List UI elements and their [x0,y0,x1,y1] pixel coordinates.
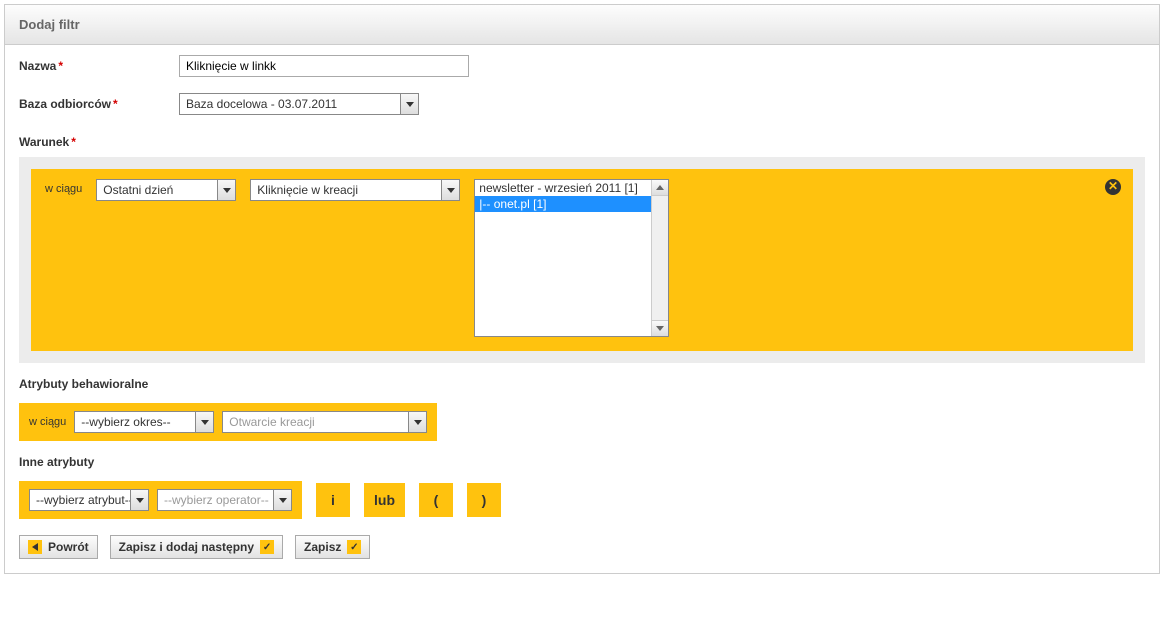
label-base: Baza odbiorców* [19,97,179,111]
behavioral-period-select[interactable]: --wybierz okres-- [74,411,214,433]
period-select[interactable]: Ostatni dzień [96,179,236,201]
scrollbar[interactable] [651,180,668,336]
scroll-up-icon[interactable] [652,180,668,196]
chevron-down-icon [408,412,426,432]
listbox-items: newsletter - wrzesień 2011 [1] |-- onet.… [475,180,651,336]
behavioral-block: w ciągu --wybierz okres-- Otwarcie kreac… [19,403,437,441]
required-mark: * [71,135,76,149]
behavioral-action-value: Otwarcie kreacji [223,412,408,432]
list-item[interactable]: |-- onet.pl [1] [475,196,651,212]
chevron-down-icon [400,94,418,114]
back-button-label: Powrót [48,540,89,554]
save-label: Zapisz [304,540,341,554]
other-row: --wybierz atrybut-- --wybierz operator--… [5,475,1159,519]
row-name: Nazwa* [5,45,1159,83]
filter-panel: Dodaj filtr Nazwa* Baza odbiorców* Baza … [4,4,1160,574]
chevron-down-icon [130,490,148,510]
panel-title: Dodaj filtr [5,5,1159,45]
label-behavioral: Atrybuty behawioralne [5,363,1159,397]
row-base: Baza odbiorców* Baza docelowa - 03.07.20… [5,83,1159,121]
label-base-text: Baza odbiorców [19,97,111,111]
in-range-label: w ciągu [45,179,82,195]
operator-select[interactable]: --wybierz operator-- [157,489,292,511]
behavioral-action-select[interactable]: Otwarcie kreacji [222,411,427,433]
in-range-label: w ciągu [29,416,66,428]
name-input[interactable] [179,55,469,77]
behavioral-row: w ciągu --wybierz okres-- Otwarcie kreac… [5,397,1159,441]
remove-condition-button[interactable]: ✕ [1105,179,1121,195]
period-select-value: Ostatni dzień [97,180,217,200]
save-next-label: Zapisz i dodaj następny [119,540,254,554]
label-name-text: Nazwa [19,59,56,73]
check-icon: ✓ [347,540,361,554]
action-select[interactable]: Kliknięcie w kreacji [250,179,460,201]
label-condition-text: Warunek [19,135,69,149]
save-button[interactable]: Zapisz ✓ [295,535,370,559]
back-button[interactable]: Powrót [19,535,98,559]
required-mark: * [58,59,63,73]
panel-body: Nazwa* Baza odbiorców* Baza docelowa - 0… [5,45,1159,573]
condition-block: w ciągu Ostatni dzień Kliknięcie w kreac… [31,169,1133,351]
behavioral-period-value: --wybierz okres-- [75,412,195,432]
action-select-value: Kliknięcie w kreacji [251,180,441,200]
and-button[interactable]: i [316,483,350,517]
list-item[interactable]: newsletter - wrzesień 2011 [1] [475,180,651,196]
chevron-down-icon [195,412,213,432]
paren-open-button[interactable]: ( [419,483,453,517]
chevron-down-icon [441,180,459,200]
or-button[interactable]: lub [364,483,405,517]
label-other: Inne atrybuty [5,441,1159,475]
save-and-next-button[interactable]: Zapisz i dodaj następny ✓ [110,535,283,559]
chevron-down-icon [273,490,291,510]
chevron-down-icon [217,180,235,200]
scroll-down-icon[interactable] [652,320,668,336]
label-condition: Warunek* [5,121,1159,155]
creation-listbox[interactable]: newsletter - wrzesień 2011 [1] |-- onet.… [474,179,669,337]
operator-select-value: --wybierz operator-- [158,490,273,510]
required-mark: * [113,97,118,111]
check-icon: ✓ [260,540,274,554]
base-select-value: Baza docelowa - 03.07.2011 [180,94,400,114]
label-name: Nazwa* [19,59,179,73]
arrow-left-icon [28,540,42,554]
condition-container: w ciągu Ostatni dzień Kliknięcie w kreac… [19,157,1145,363]
base-select[interactable]: Baza docelowa - 03.07.2011 [179,93,419,115]
attribute-select[interactable]: --wybierz atrybut-- [29,489,149,511]
footer-actions: Powrót Zapisz i dodaj następny ✓ Zapisz … [5,519,1159,559]
other-selects: --wybierz atrybut-- --wybierz operator-- [19,481,302,519]
paren-close-button[interactable]: ) [467,483,501,517]
attribute-select-value: --wybierz atrybut-- [30,490,130,510]
